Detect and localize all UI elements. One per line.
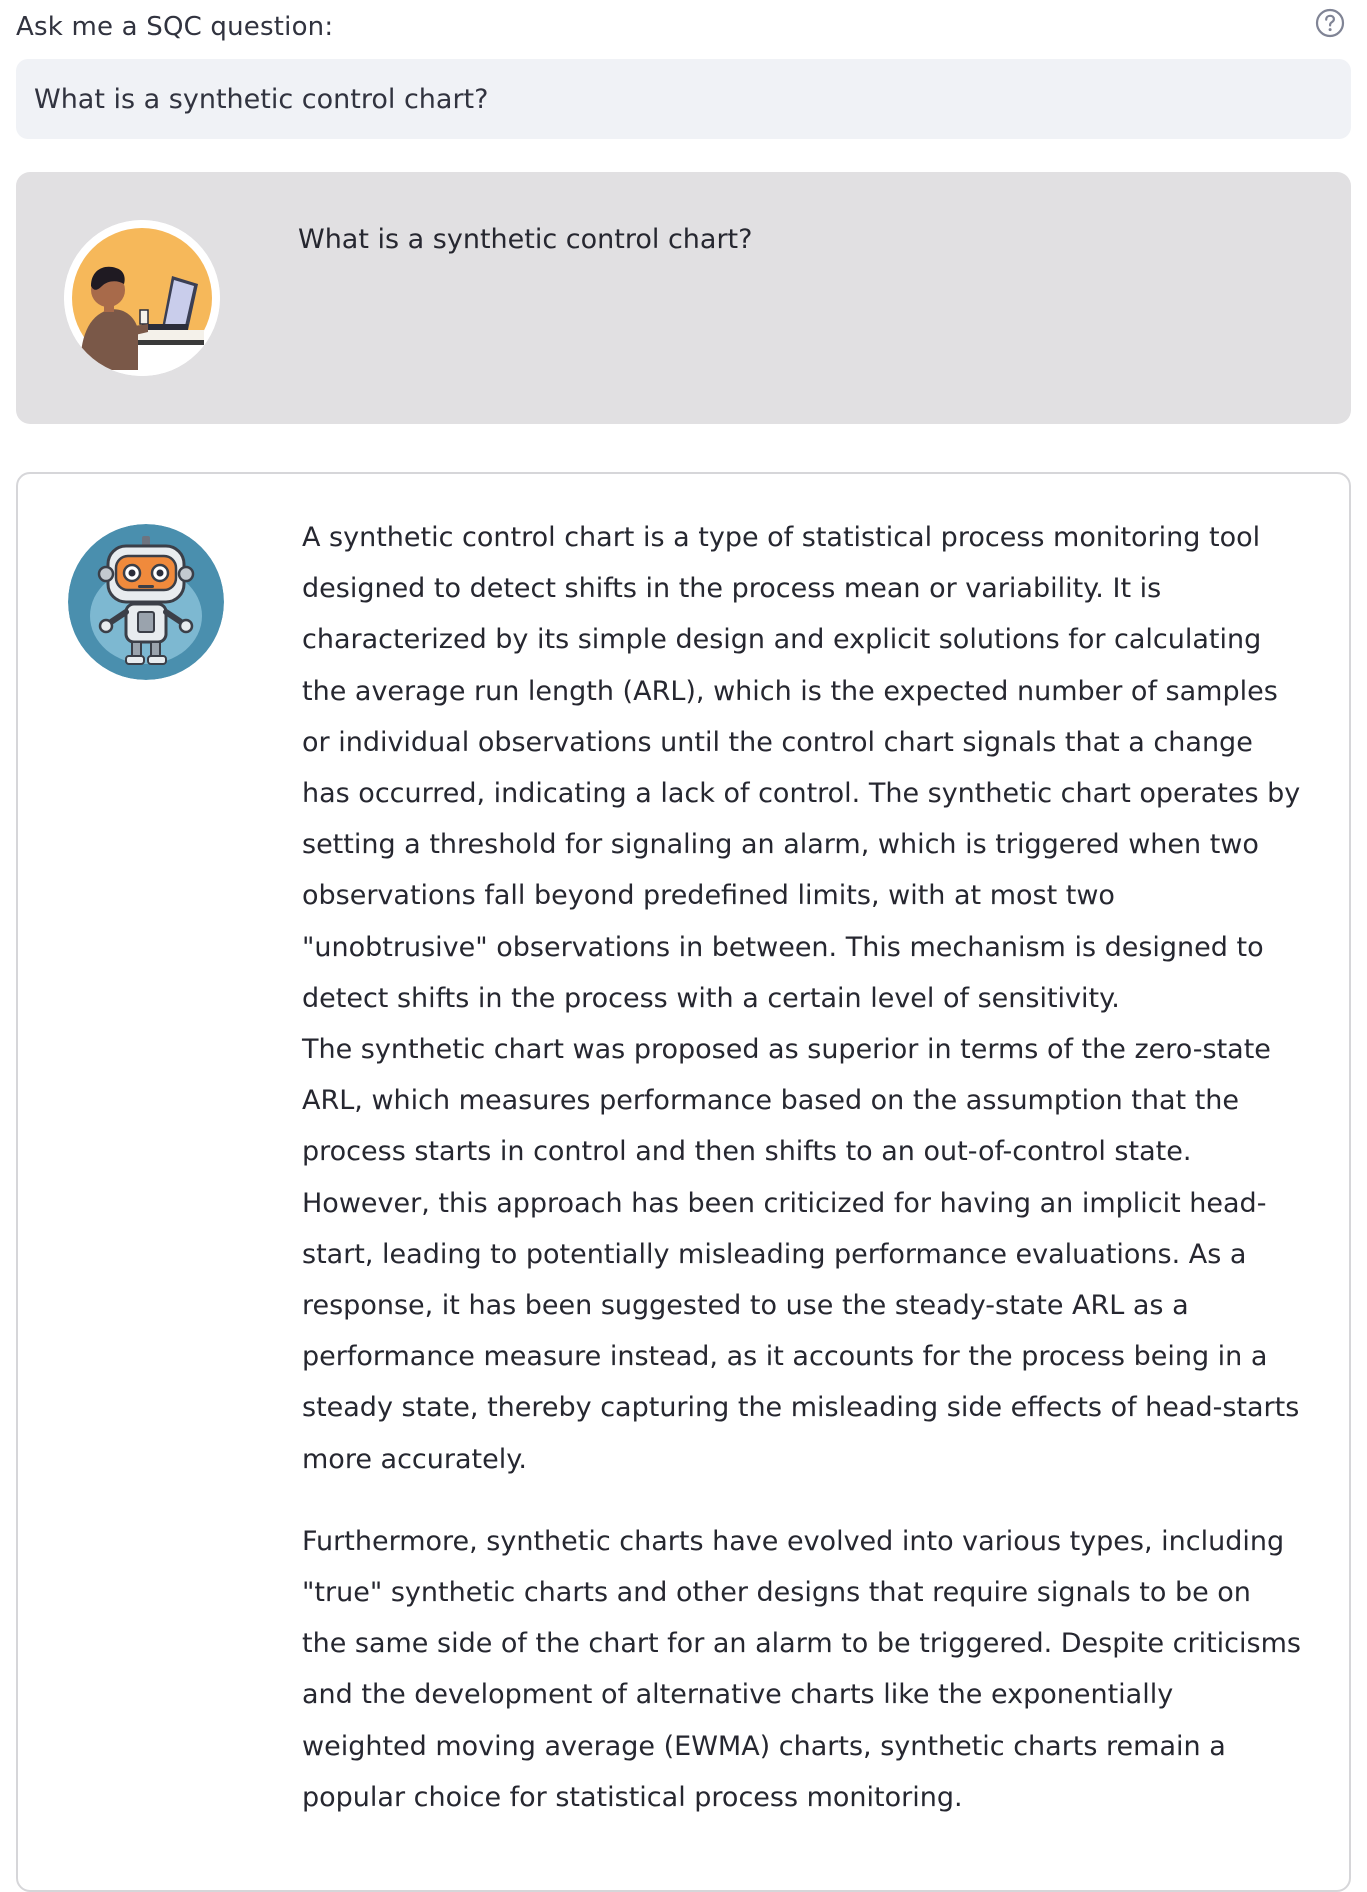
user-message-text: What is a synthetic control chart?: [298, 224, 753, 255]
robot-avatar: [68, 524, 224, 680]
assistant-message: A synthetic control chart is a type of s…: [16, 472, 1351, 1892]
question-label-row: Ask me a SQC question:: [16, 8, 1351, 50]
assistant-paragraph: Furthermore, synthetic charts have evolv…: [302, 1525, 1301, 1813]
question-label: Ask me a SQC question:: [16, 12, 334, 42]
user-message: What is a synthetic control chart?: [16, 172, 1351, 424]
assistant-message-text: A synthetic control chart is a type of s…: [302, 512, 1302, 1823]
help-circle-icon[interactable]: [1315, 8, 1345, 38]
assistant-paragraph: The synthetic chart was proposed as supe…: [302, 1034, 1300, 1475]
user-at-laptop-avatar: [64, 220, 220, 376]
question-input[interactable]: [16, 59, 1351, 139]
assistant-paragraph: A synthetic control chart is a type of s…: [302, 522, 1301, 1014]
